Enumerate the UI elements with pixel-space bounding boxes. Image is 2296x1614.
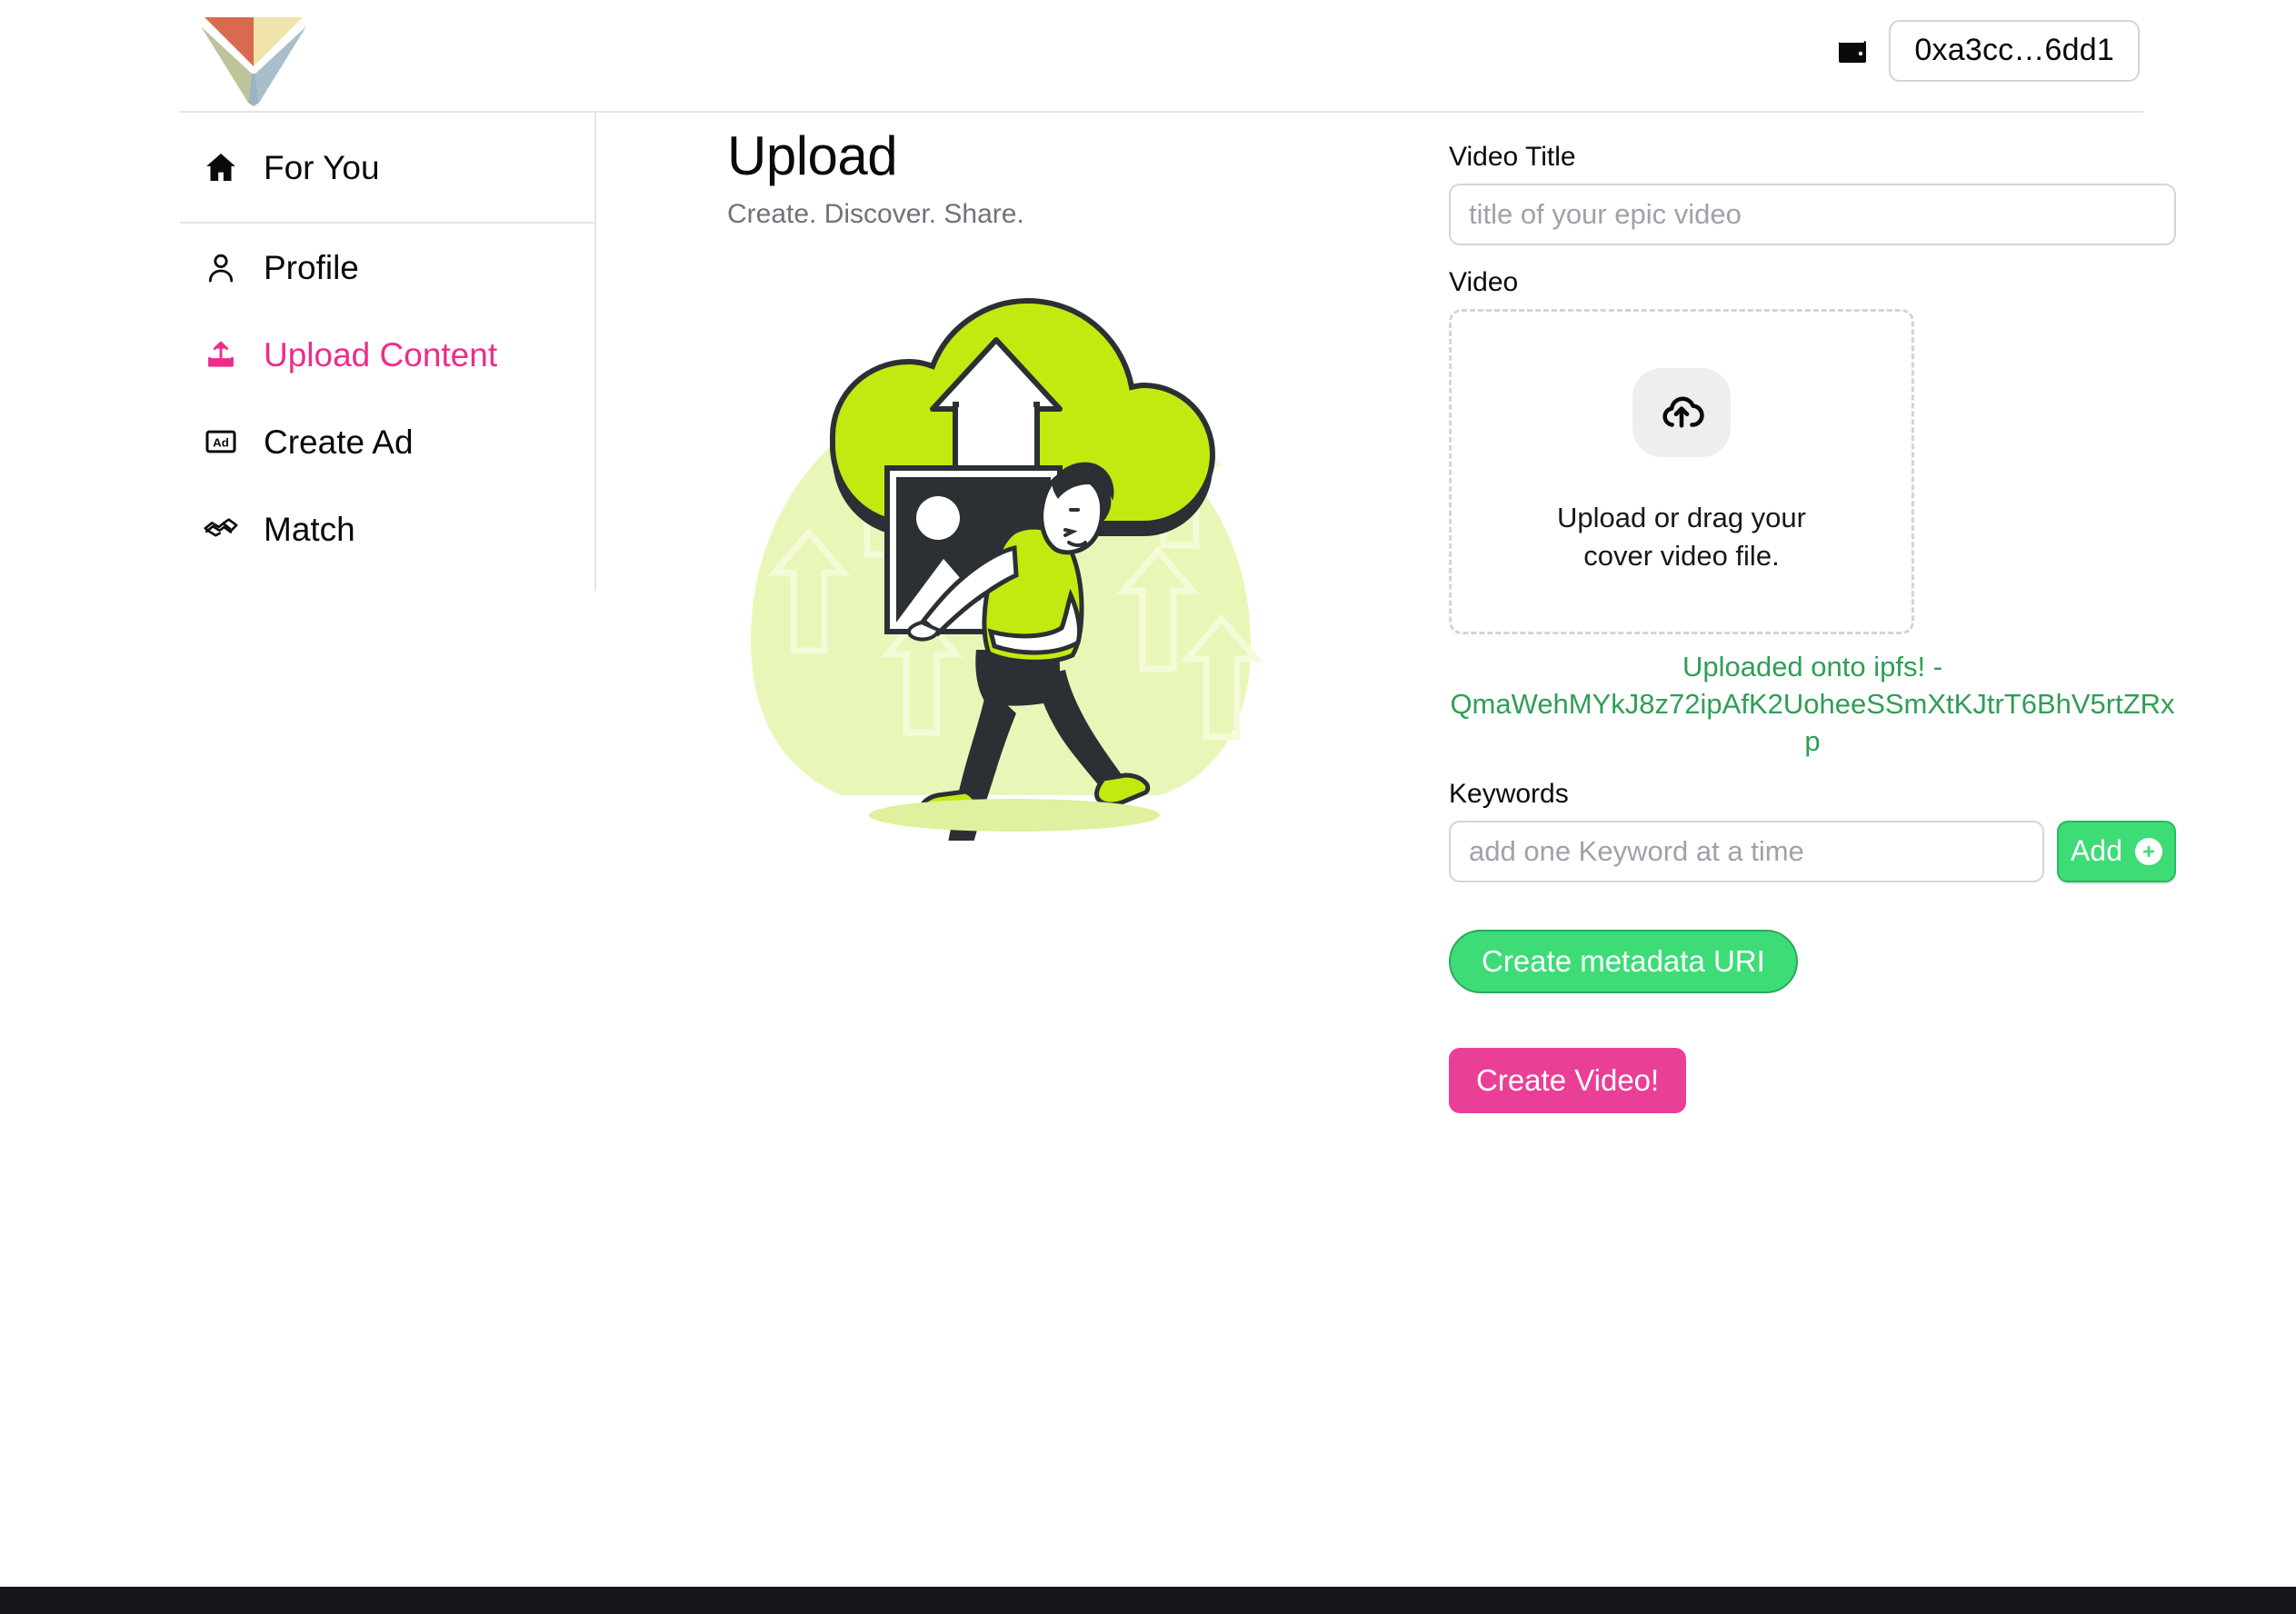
- handshake-icon: [202, 510, 240, 548]
- upload-icon: [202, 335, 240, 374]
- create-metadata-uri-button[interactable]: Create metadata URI: [1449, 929, 1798, 993]
- page-subtitle: Create. Discover. Share.: [727, 199, 1024, 229]
- bottom-bar: [0, 1587, 2296, 1614]
- create-video-label: Create Video!: [1476, 1062, 1660, 1097]
- ad-box-icon: Ad: [202, 423, 240, 461]
- sidebar-item-profile[interactable]: Profile: [180, 224, 594, 311]
- home-icon: [202, 148, 240, 186]
- svg-text:Ad: Ad: [213, 436, 229, 450]
- app-header: 0xa3cc…6dd1: [180, 0, 2143, 113]
- sidebar-item-upload-content[interactable]: Upload Content: [180, 311, 594, 398]
- vfinity-logo[interactable]: [194, 5, 314, 106]
- keywords-label: Keywords: [1449, 778, 1569, 809]
- video-title-input[interactable]: [1449, 184, 2176, 245]
- sidebar-item-label: Profile: [264, 248, 359, 286]
- video-title-label: Video Title: [1449, 142, 1576, 172]
- person-carrying-image-to-cloud-illustration: [714, 259, 1278, 853]
- create-metadata-uri-label: Create metadata URI: [1482, 943, 1765, 978]
- sidebar-item-label: Match: [264, 510, 355, 548]
- sidebar-item-label: Upload Content: [264, 335, 498, 374]
- dropzone-line-2: cover video file.: [1583, 540, 1780, 572]
- video-dropzone[interactable]: Upload or drag your cover video file.: [1449, 309, 1914, 634]
- create-metadata-row: Create metadata URI: [1449, 882, 2176, 993]
- user-icon: [202, 248, 240, 286]
- cloud-upload-icon: [1632, 368, 1731, 458]
- add-keyword-button[interactable]: Add: [2057, 820, 2176, 882]
- app-root: 0xa3cc…6dd1 For You Profile Upload Conte…: [0, 0, 2296, 1614]
- create-video-row: Create Video!: [1449, 993, 2176, 1113]
- ipfs-status-message: Uploaded onto ipfs! - QmaWehMYkJ8z72ipAf…: [1449, 649, 2176, 761]
- sidebar-nav: For You Profile Upload Content Ad Create…: [180, 113, 596, 591]
- upload-form: Video Title Video Upload or drag your co…: [1449, 144, 2176, 1113]
- wallet-icon: [1836, 35, 1869, 66]
- upload-hero: Upload Create. Discover. Share.: [727, 127, 1363, 230]
- create-video-button[interactable]: Create Video!: [1449, 1047, 1687, 1113]
- page-title: Upload: [727, 125, 898, 186]
- sidebar-group-primary: For You: [180, 113, 594, 224]
- plus-circle-icon: [2134, 837, 2162, 865]
- ipfs-status-text: Uploaded onto ipfs! -: [1682, 651, 1943, 682]
- dropzone-line-1: Upload or drag your: [1557, 502, 1806, 534]
- wallet-area[interactable]: 0xa3cc…6dd1: [1836, 20, 2140, 82]
- sidebar-item-label: For You: [264, 148, 380, 186]
- ipfs-hash: QmaWehMYkJ8z72ipAfK2UoheeSSmXtKJtrT6BhV5…: [1450, 687, 2175, 757]
- sidebar-item-label: Create Ad: [264, 423, 414, 461]
- sidebar-item-for-you[interactable]: For You: [180, 148, 380, 186]
- video-label: Video: [1449, 267, 1519, 297]
- keywords-input[interactable]: [1449, 820, 2045, 882]
- sidebar-item-create-ad[interactable]: Ad Create Ad: [180, 398, 594, 485]
- wallet-address-pill[interactable]: 0xa3cc…6dd1: [1889, 20, 2140, 82]
- keywords-row: Add: [1449, 820, 2176, 882]
- sidebar-item-match[interactable]: Match: [180, 485, 594, 573]
- add-keyword-label: Add: [2071, 834, 2122, 868]
